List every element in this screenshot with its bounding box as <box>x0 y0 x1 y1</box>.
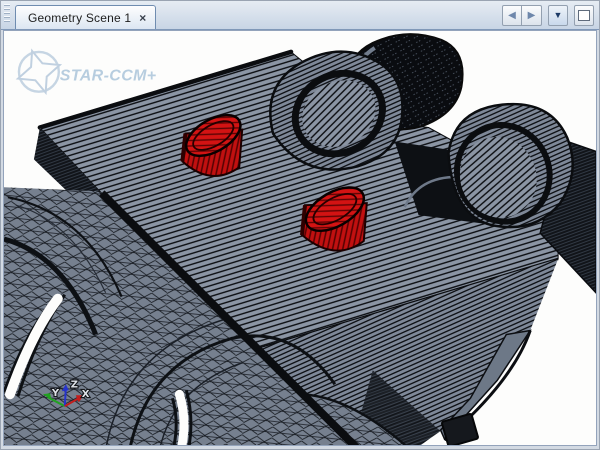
scene-list-dropdown-button[interactable]: ▼ <box>548 5 568 26</box>
x-axis-label: X <box>82 389 90 400</box>
y-axis-label: Y <box>51 388 60 399</box>
geometry-scene-svg: STAR-CCM+ <box>4 31 596 445</box>
tab-geometry-scene-1[interactable]: Geometry Scene 1 × <box>15 5 156 29</box>
drag-grip-handle[interactable] <box>4 4 10 24</box>
next-scene-button[interactable]: ▶ <box>522 5 542 26</box>
tab-close-icon[interactable]: × <box>139 12 146 24</box>
maximize-button[interactable] <box>574 5 594 26</box>
geometry-viewport[interactable]: STAR-CCM+ <box>3 30 597 446</box>
scene-window: Geometry Scene 1 × ◀ ▶ ▼ <box>0 0 600 450</box>
tab-label: Geometry Scene 1 <box>28 11 131 25</box>
logo-text: STAR-CCM+ <box>60 68 157 85</box>
prev-scene-button[interactable]: ◀ <box>502 5 522 26</box>
z-axis-arrow <box>65 389 66 406</box>
maximize-icon <box>578 10 590 21</box>
z-axis-label: Z <box>71 379 78 390</box>
runner-gap-2 <box>179 394 184 445</box>
dropdown-arrow-icon: ▼ <box>554 11 563 20</box>
tab-bar: Geometry Scene 1 × ◀ ▶ ▼ <box>1 1 599 30</box>
back-arrow-icon: ◀ <box>508 11 516 21</box>
scene-nav-group: ◀ ▶ <box>502 5 542 26</box>
forward-arrow-icon: ▶ <box>528 11 536 21</box>
